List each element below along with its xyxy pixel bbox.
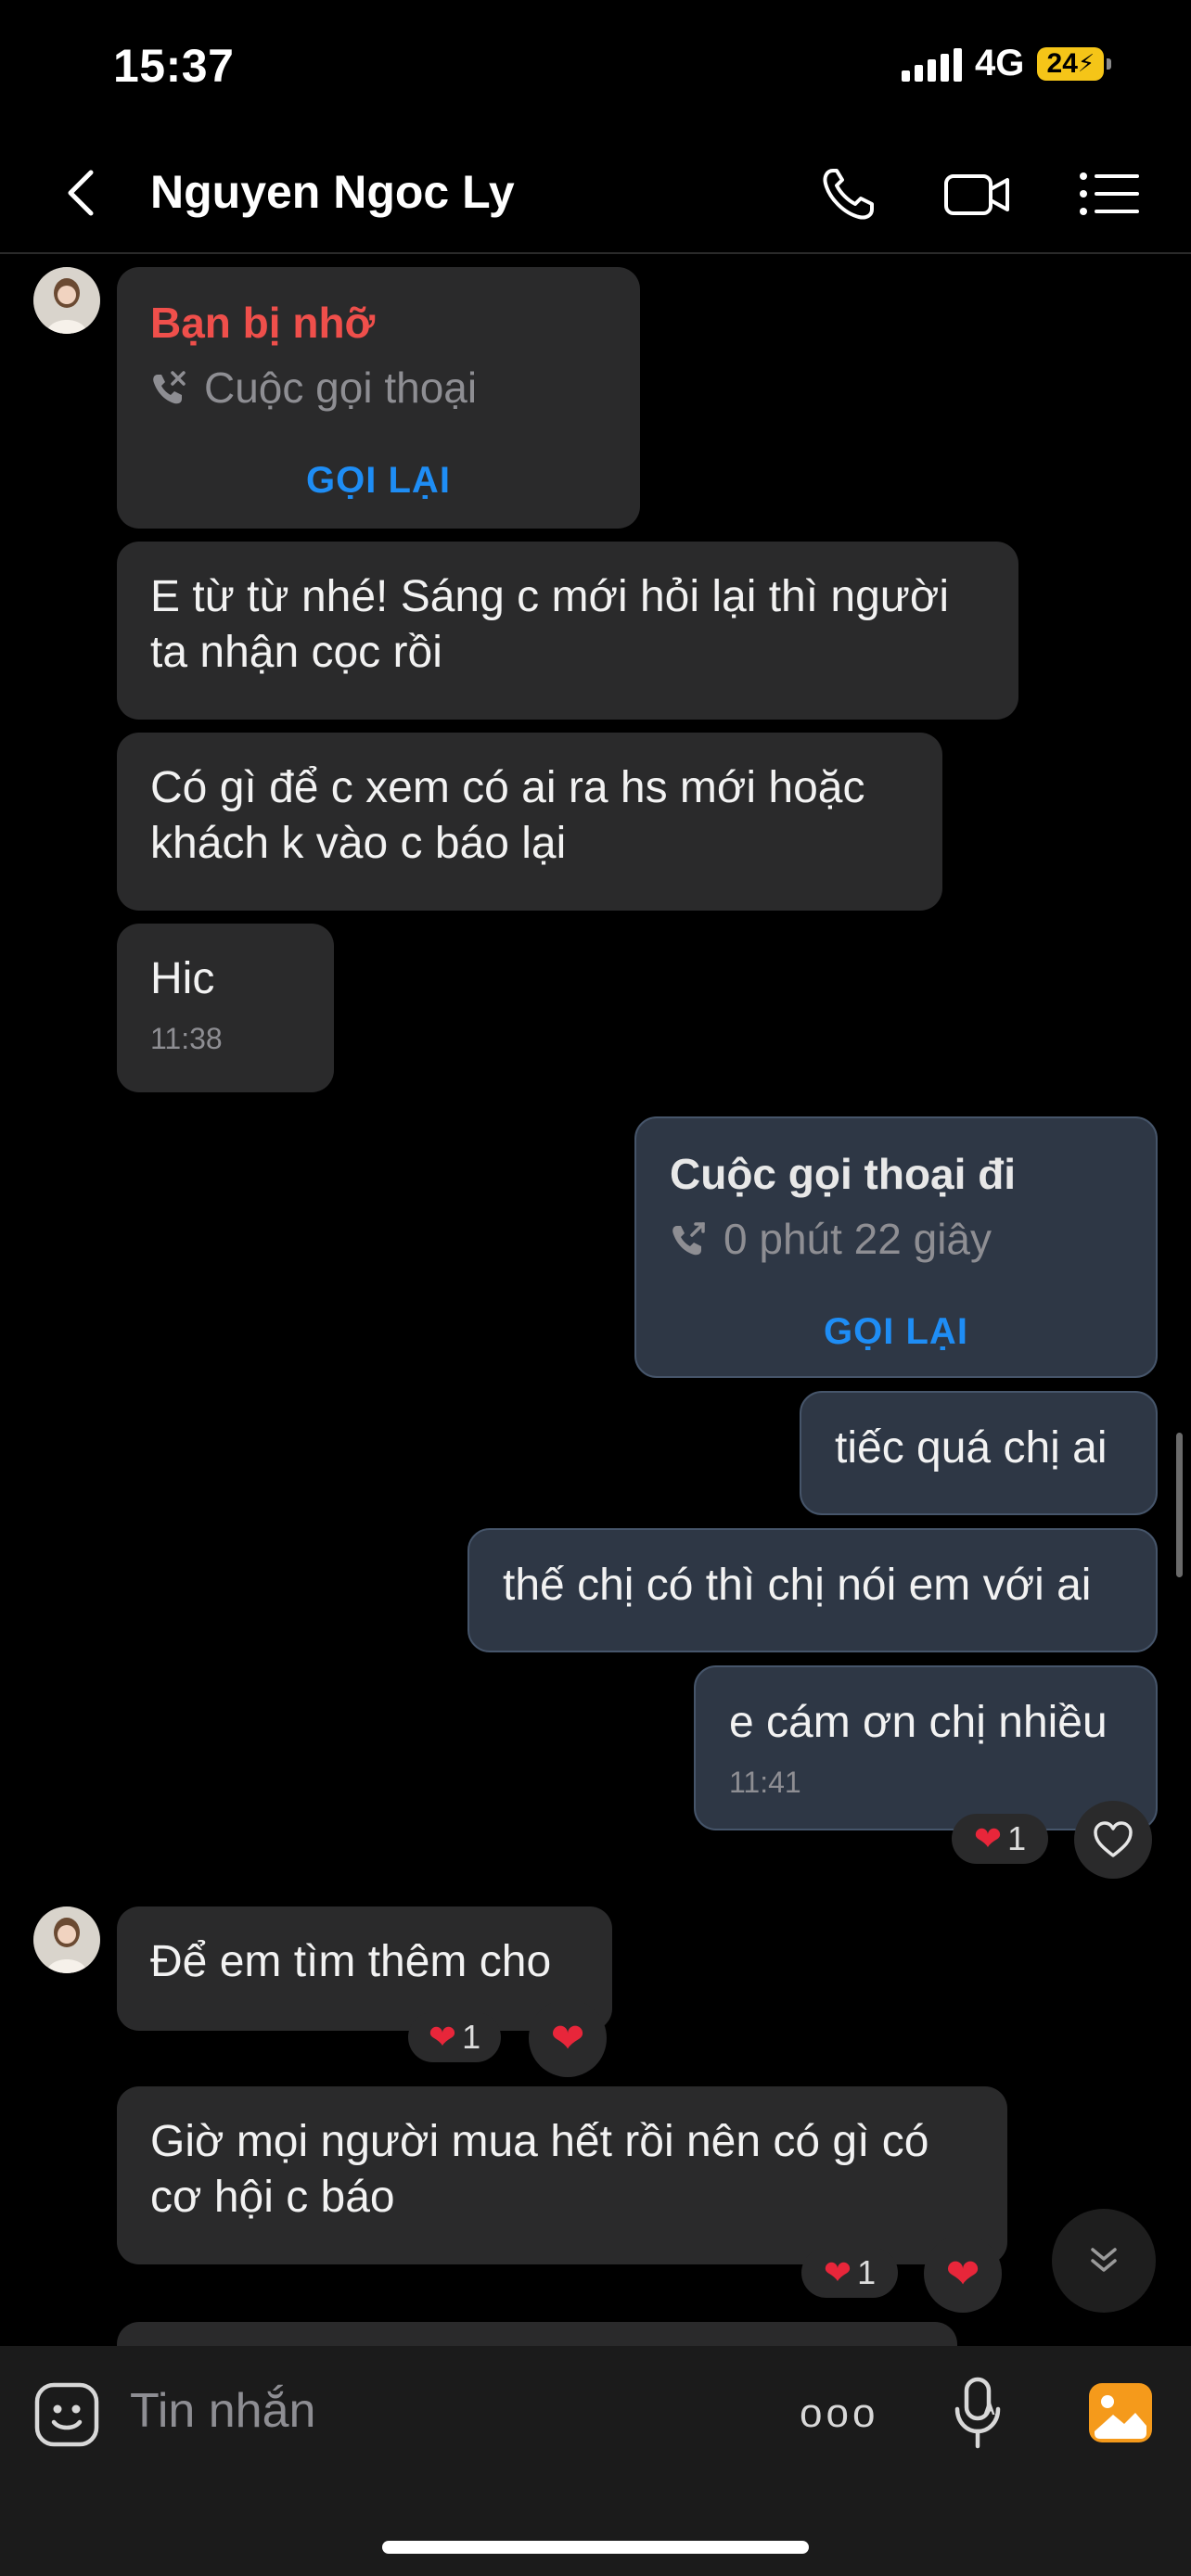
call-back-button[interactable]: GỌI LẠI: [150, 453, 607, 508]
scroll-to-bottom-button[interactable]: [1052, 2209, 1156, 2313]
reaction-count: 1: [857, 2253, 877, 2291]
contact-avatar[interactable]: [33, 267, 100, 334]
message-text: tiếc quá chị ai: [835, 1423, 1108, 1473]
message-text: Để em tìm thêm cho: [150, 1937, 552, 1986]
outgoing-message[interactable]: thế chị có thì chị nói em với ai: [467, 1528, 1158, 1652]
outgoing-message[interactable]: e cám ơn chị nhiều 11:41: [694, 1665, 1158, 1830]
call-duration: 0 phút 22 giây: [670, 1211, 1122, 1267]
message-text: e cám ơn chị nhiều: [729, 1698, 1108, 1747]
contact-avatar[interactable]: [33, 1906, 100, 1973]
video-call-icon[interactable]: [942, 163, 1011, 224]
missed-call-icon: [153, 371, 186, 404]
gallery-icon[interactable]: [1085, 2379, 1156, 2446]
heart-outline-icon: [1094, 1821, 1133, 1857]
outgoing-call-title: Cuộc gọi thoại đi: [670, 1150, 1017, 1198]
home-indicator: [382, 2541, 809, 2554]
battery-level: 24: [1046, 47, 1078, 79]
incoming-message[interactable]: Có gì để c xem có ai ra hs mới hoặc khác…: [117, 733, 942, 911]
status-time: 15:37: [113, 40, 235, 92]
reaction-summary[interactable]: ❤ 1: [952, 1814, 1048, 1864]
missed-call-card: Bạn bị nhỡ Cuộc gọi thoại GỌI LẠI: [117, 267, 640, 529]
message-text: Hic: [150, 954, 215, 1003]
heart-icon: ❤: [550, 2015, 585, 2061]
react-button[interactable]: [1074, 1801, 1152, 1879]
message-text: thế chị có thì chị nói em với ai: [503, 1561, 1092, 1610]
incoming-message[interactable]: E từ từ nhé! Sáng c mới hỏi lại thì ngườ…: [117, 542, 1018, 720]
more-options-icon[interactable]: ooo: [800, 2391, 878, 2437]
call-duration-label: 0 phút 22 giây: [724, 1215, 992, 1263]
chat-header: Nguyen Ngoc Ly: [0, 139, 1191, 254]
outgoing-call-card: Cuộc gọi thoại đi 0 phút 22 giây GỌI LẠI: [634, 1116, 1158, 1378]
react-button[interactable]: ❤: [529, 1999, 607, 2077]
reaction-count: 1: [1007, 1819, 1027, 1857]
svg-text:A: A: [983, 2400, 995, 2418]
call-type-label: Cuộc gọi thoại: [204, 363, 478, 412]
heart-icon: ❤: [823, 2253, 852, 2291]
signal-icon: [902, 46, 962, 82]
reaction-summary[interactable]: ❤ 1: [408, 2012, 501, 2062]
message-text: Giờ mọi người mua hết rồi nên có gì có c…: [150, 2117, 929, 2222]
menu-list-icon[interactable]: [1076, 163, 1145, 224]
call-back-button[interactable]: GỌI LẠI: [670, 1304, 1122, 1359]
contact-name[interactable]: Nguyen Ngoc Ly: [150, 165, 515, 219]
battery-icon: 24 ⚡: [1037, 46, 1112, 81]
status-indicators: 4G 24 ⚡: [902, 43, 1112, 84]
incoming-message[interactable]: Giờ mọi người mua hết rồi nên có gì có c…: [117, 2086, 1007, 2264]
message-text: Có gì để c xem có ai ra hs mới hoặc khác…: [150, 763, 865, 868]
heart-icon: ❤: [428, 2018, 457, 2056]
message-input[interactable]: Tin nhắn: [130, 2383, 315, 2439]
heart-icon: ❤: [945, 2251, 980, 2297]
network-type: 4G: [975, 43, 1025, 83]
message-time: 11:41: [729, 1766, 801, 1799]
back-icon[interactable]: [56, 165, 111, 221]
double-chevron-down-icon: [1091, 2248, 1117, 2272]
react-button[interactable]: ❤: [924, 2235, 1002, 2313]
reaction-summary[interactable]: ❤ 1: [801, 2248, 898, 2298]
reaction-count: 1: [462, 2018, 481, 2056]
outgoing-call-icon: [672, 1222, 705, 1256]
missed-call-title: Bạn bị nhỡ: [150, 299, 376, 347]
phone-icon[interactable]: [818, 163, 887, 224]
call-type: Cuộc gọi thoại: [150, 360, 607, 415]
outgoing-message[interactable]: tiếc quá chị ai: [800, 1391, 1158, 1515]
incoming-message[interactable]: Hic 11:38: [117, 924, 334, 1092]
heart-icon: ❤: [973, 1819, 1003, 1857]
sticker-icon[interactable]: [32, 2379, 102, 2450]
voice-input-icon[interactable]: A: [952, 2374, 1004, 2452]
scrollbar[interactable]: [1176, 1433, 1183, 1577]
message-text: E từ từ nhé! Sáng c mới hỏi lại thì ngườ…: [150, 572, 950, 677]
message-time: 11:38: [150, 1022, 223, 1055]
